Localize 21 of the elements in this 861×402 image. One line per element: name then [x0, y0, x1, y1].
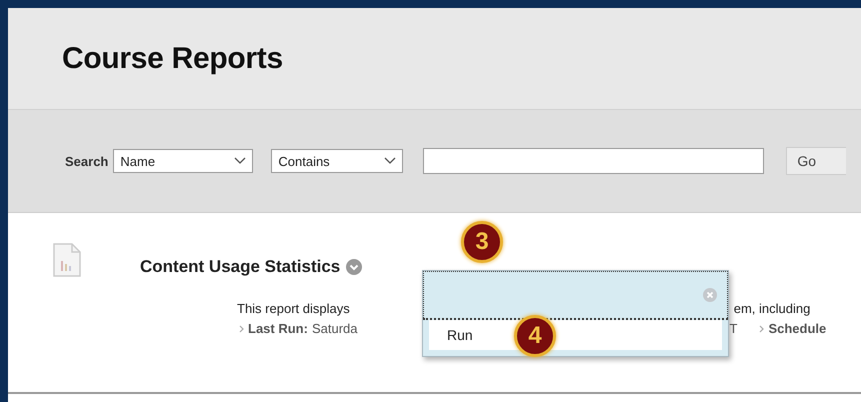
last-run-value: T	[730, 321, 738, 336]
field-select[interactable]: Name	[113, 149, 254, 173]
report-description: This report displays	[237, 301, 350, 316]
search-field[interactable]	[423, 148, 764, 174]
chevron-right-icon	[239, 324, 244, 332]
chevron-right-icon	[759, 324, 764, 332]
last-run-label: Last Run:	[248, 321, 308, 336]
schedule-link[interactable]: Schedule	[768, 321, 826, 336]
last-run-value: Saturda	[312, 321, 358, 336]
chevron-down-icon	[234, 157, 246, 165]
report-icon	[52, 243, 82, 277]
chevron-down-icon[interactable]	[346, 259, 362, 275]
report-title[interactable]: Content Usage Statistics	[140, 257, 340, 277]
close-icon[interactable]	[703, 288, 717, 302]
go-button[interactable]: Go	[786, 147, 846, 175]
report-description: em, including	[734, 301, 810, 316]
operator-select[interactable]: Contains	[271, 149, 404, 173]
search-label: Search	[65, 154, 108, 168]
page-title: Course Reports	[62, 42, 283, 76]
chevron-down-icon	[384, 157, 396, 165]
step-badge: 3	[461, 221, 503, 263]
